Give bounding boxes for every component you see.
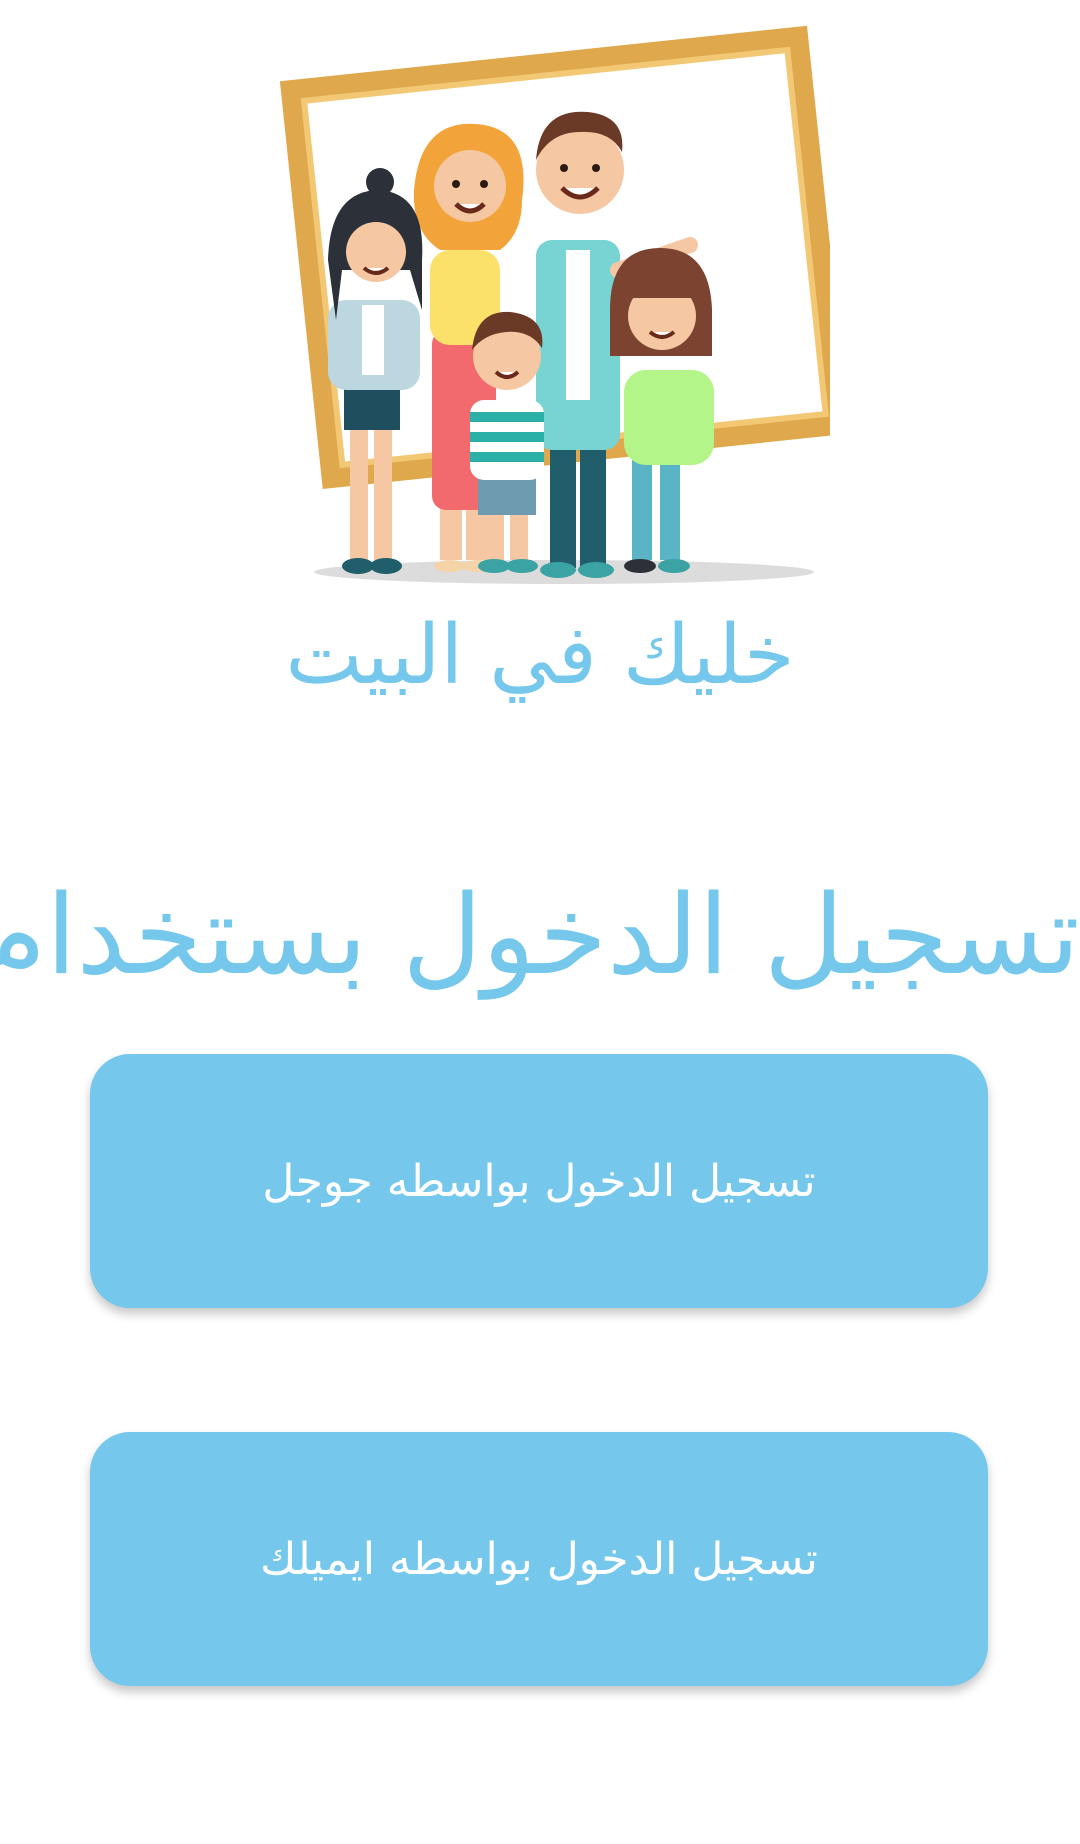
google-login-label: تسجيل الدخول بواسطه جوجل xyxy=(262,1155,816,1207)
email-login-label: تسجيل الدخول بواسطه ايميلك xyxy=(260,1533,818,1585)
google-login-button[interactable]: تسجيل الدخول بواسطه جوجل xyxy=(90,1054,988,1308)
email-login-button[interactable]: تسجيل الدخول بواسطه ايميلك xyxy=(90,1432,988,1686)
app-title: خليك في البيت xyxy=(285,608,795,703)
login-heading: تسجيل الدخول بستخدام xyxy=(0,871,1080,999)
family-frame-illustration xyxy=(250,20,830,600)
